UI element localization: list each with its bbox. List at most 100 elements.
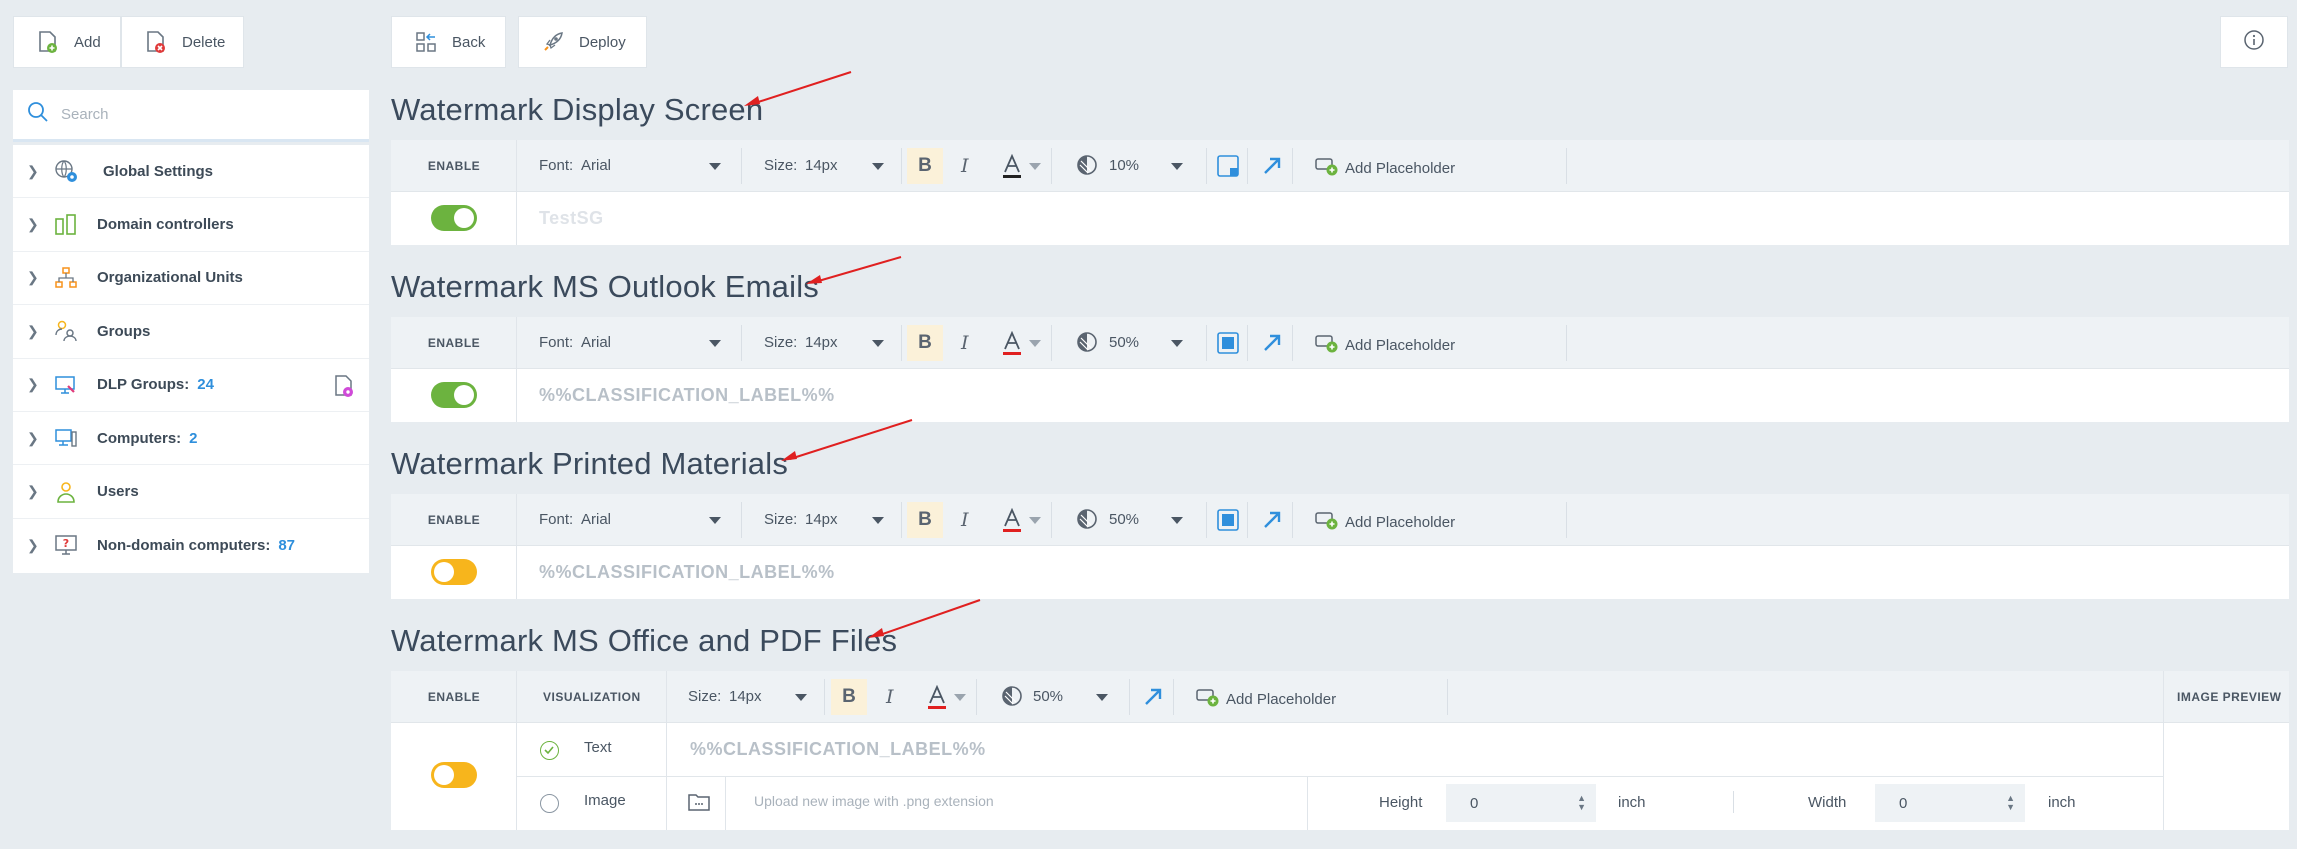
tree-item-computers[interactable]: ❯ Computers: 2	[13, 412, 369, 466]
font-dropdown-icon[interactable]	[709, 163, 721, 170]
watermark-text-input[interactable]: %%CLASSIFICATION_LABEL%%	[539, 385, 835, 406]
image-radio[interactable]	[540, 794, 559, 813]
opacity-dropdown-icon[interactable]	[1171, 517, 1183, 524]
font-color-button[interactable]	[1001, 507, 1023, 539]
bold-button[interactable]: B	[907, 325, 943, 361]
opacity-dropdown-icon[interactable]	[1096, 694, 1108, 701]
italic-button[interactable]: I	[961, 509, 969, 531]
back-button[interactable]: Back	[391, 16, 506, 68]
position-center-icon[interactable]	[1216, 508, 1240, 537]
tree-item-global-settings[interactable]: ❯ Global Settings	[13, 145, 369, 199]
size-select[interactable]: 14px	[805, 157, 838, 174]
opacity-dropdown-icon[interactable]	[1171, 340, 1183, 347]
add-placeholder-button[interactable]: Add Placeholder	[1315, 332, 1455, 359]
chevron-right-icon[interactable]: ❯	[27, 537, 39, 554]
opacity-select[interactable]: 50%	[1109, 511, 1139, 528]
font-color-dropdown-icon[interactable]	[1029, 163, 1041, 170]
tree-item-users[interactable]: ❯ Users	[13, 465, 369, 519]
opacity-select[interactable]: 50%	[1109, 334, 1139, 351]
opacity-dropdown-icon[interactable]	[1171, 163, 1183, 170]
add-placeholder-button[interactable]: Add Placeholder	[1315, 509, 1455, 536]
delete-button[interactable]: Delete	[121, 16, 244, 68]
delete-button-label: Delete	[182, 33, 226, 51]
italic-button[interactable]: I	[961, 332, 969, 354]
rotate-arrow-icon[interactable]	[1142, 686, 1164, 713]
enable-toggle[interactable]	[431, 559, 477, 585]
font-color-button[interactable]	[1001, 330, 1023, 362]
add-placeholder-label: Add Placeholder	[1345, 160, 1456, 177]
globe-settings-icon	[53, 158, 79, 184]
font-color-button[interactable]	[926, 684, 948, 716]
opacity-select[interactable]: 10%	[1109, 157, 1139, 174]
rotate-arrow-icon[interactable]	[1261, 509, 1283, 536]
column-divider	[1307, 777, 1308, 830]
font-color-dropdown-icon[interactable]	[954, 694, 966, 701]
bold-button[interactable]: B	[907, 148, 943, 184]
watermark-text-input[interactable]: TestSG	[539, 208, 604, 229]
font-select[interactable]: Arial	[581, 511, 611, 528]
chevron-right-icon[interactable]: ❯	[27, 483, 39, 500]
size-select[interactable]: 14px	[729, 688, 762, 705]
enable-toggle[interactable]	[431, 205, 477, 231]
font-dropdown-icon[interactable]	[709, 340, 721, 347]
tree-item-dlp-groups[interactable]: ❯ DLP Groups: 24	[13, 359, 369, 412]
chevron-right-icon[interactable]: ❯	[27, 323, 39, 340]
divider	[901, 325, 902, 361]
watermark-text-input[interactable]: %%CLASSIFICATION_LABEL%%	[539, 562, 835, 583]
font-color-dropdown-icon[interactable]	[1029, 340, 1041, 347]
italic-button[interactable]: I	[961, 155, 969, 177]
font-color-button[interactable]	[1001, 153, 1023, 185]
opacity-icon	[1076, 331, 1098, 358]
user-icon	[53, 479, 79, 505]
tree-item-non-domain-computers[interactable]: ❯ ? Non-domain computers: 87	[13, 519, 369, 572]
font-select[interactable]: Arial	[581, 157, 611, 174]
position-grid-icon[interactable]	[1216, 154, 1240, 183]
deploy-button[interactable]: Deploy	[518, 16, 647, 68]
divider	[1733, 791, 1734, 813]
chevron-right-icon[interactable]: ❯	[27, 163, 39, 180]
size-select[interactable]: 14px	[805, 334, 838, 351]
divider	[1247, 325, 1248, 361]
divider	[901, 148, 902, 184]
chevron-right-icon[interactable]: ❯	[27, 216, 39, 233]
add-placeholder-button[interactable]: Add Placeholder	[1315, 155, 1455, 182]
bold-button[interactable]: B	[907, 502, 943, 538]
enable-toggle[interactable]	[431, 762, 477, 788]
column-divider	[666, 671, 667, 830]
size-dropdown-icon[interactable]	[795, 694, 807, 701]
policy-settings-icon[interactable]	[333, 374, 355, 402]
add-button[interactable]: Add	[13, 16, 121, 68]
server-icon	[53, 212, 79, 238]
size-dropdown-icon[interactable]	[872, 517, 884, 524]
size-select[interactable]: 14px	[805, 511, 838, 528]
opacity-select[interactable]: 50%	[1033, 688, 1063, 705]
browse-folder-icon[interactable]	[687, 792, 711, 817]
width-input[interactable]: 0 ▲ ▼	[1875, 784, 2025, 822]
chevron-right-icon[interactable]: ❯	[27, 430, 39, 447]
rotate-arrow-icon[interactable]	[1261, 332, 1283, 359]
bold-button[interactable]: B	[831, 679, 867, 715]
italic-button[interactable]: I	[886, 686, 894, 708]
font-select[interactable]: Arial	[581, 334, 611, 351]
add-placeholder-button[interactable]: Add Placeholder	[1196, 686, 1336, 713]
position-center-icon[interactable]	[1216, 331, 1240, 360]
font-color-dropdown-icon[interactable]	[1029, 517, 1041, 524]
tree-item-domain-controllers[interactable]: ❯ Domain controllers	[13, 198, 369, 252]
upload-image-input[interactable]: Upload new image with .png extension	[754, 793, 994, 809]
chevron-right-icon[interactable]: ❯	[27, 376, 39, 393]
spinner-icon[interactable]: ▲ ▼	[2006, 794, 2015, 812]
size-dropdown-icon[interactable]	[872, 163, 884, 170]
font-dropdown-icon[interactable]	[709, 517, 721, 524]
search-input[interactable]	[61, 106, 341, 123]
height-input[interactable]: 0 ▲ ▼	[1446, 784, 1596, 822]
watermark-text-input[interactable]: %%CLASSIFICATION_LABEL%%	[690, 739, 986, 760]
text-radio[interactable]	[540, 741, 559, 760]
enable-toggle[interactable]	[431, 382, 477, 408]
tree-item-organizational-units[interactable]: ❯ Organizational Units	[13, 252, 369, 306]
rotate-arrow-icon[interactable]	[1261, 155, 1283, 182]
size-dropdown-icon[interactable]	[872, 340, 884, 347]
spinner-icon[interactable]: ▲ ▼	[1577, 794, 1586, 812]
info-button[interactable]	[2220, 16, 2288, 68]
tree-item-groups[interactable]: ❯ Groups	[13, 305, 369, 359]
chevron-right-icon[interactable]: ❯	[27, 269, 39, 286]
